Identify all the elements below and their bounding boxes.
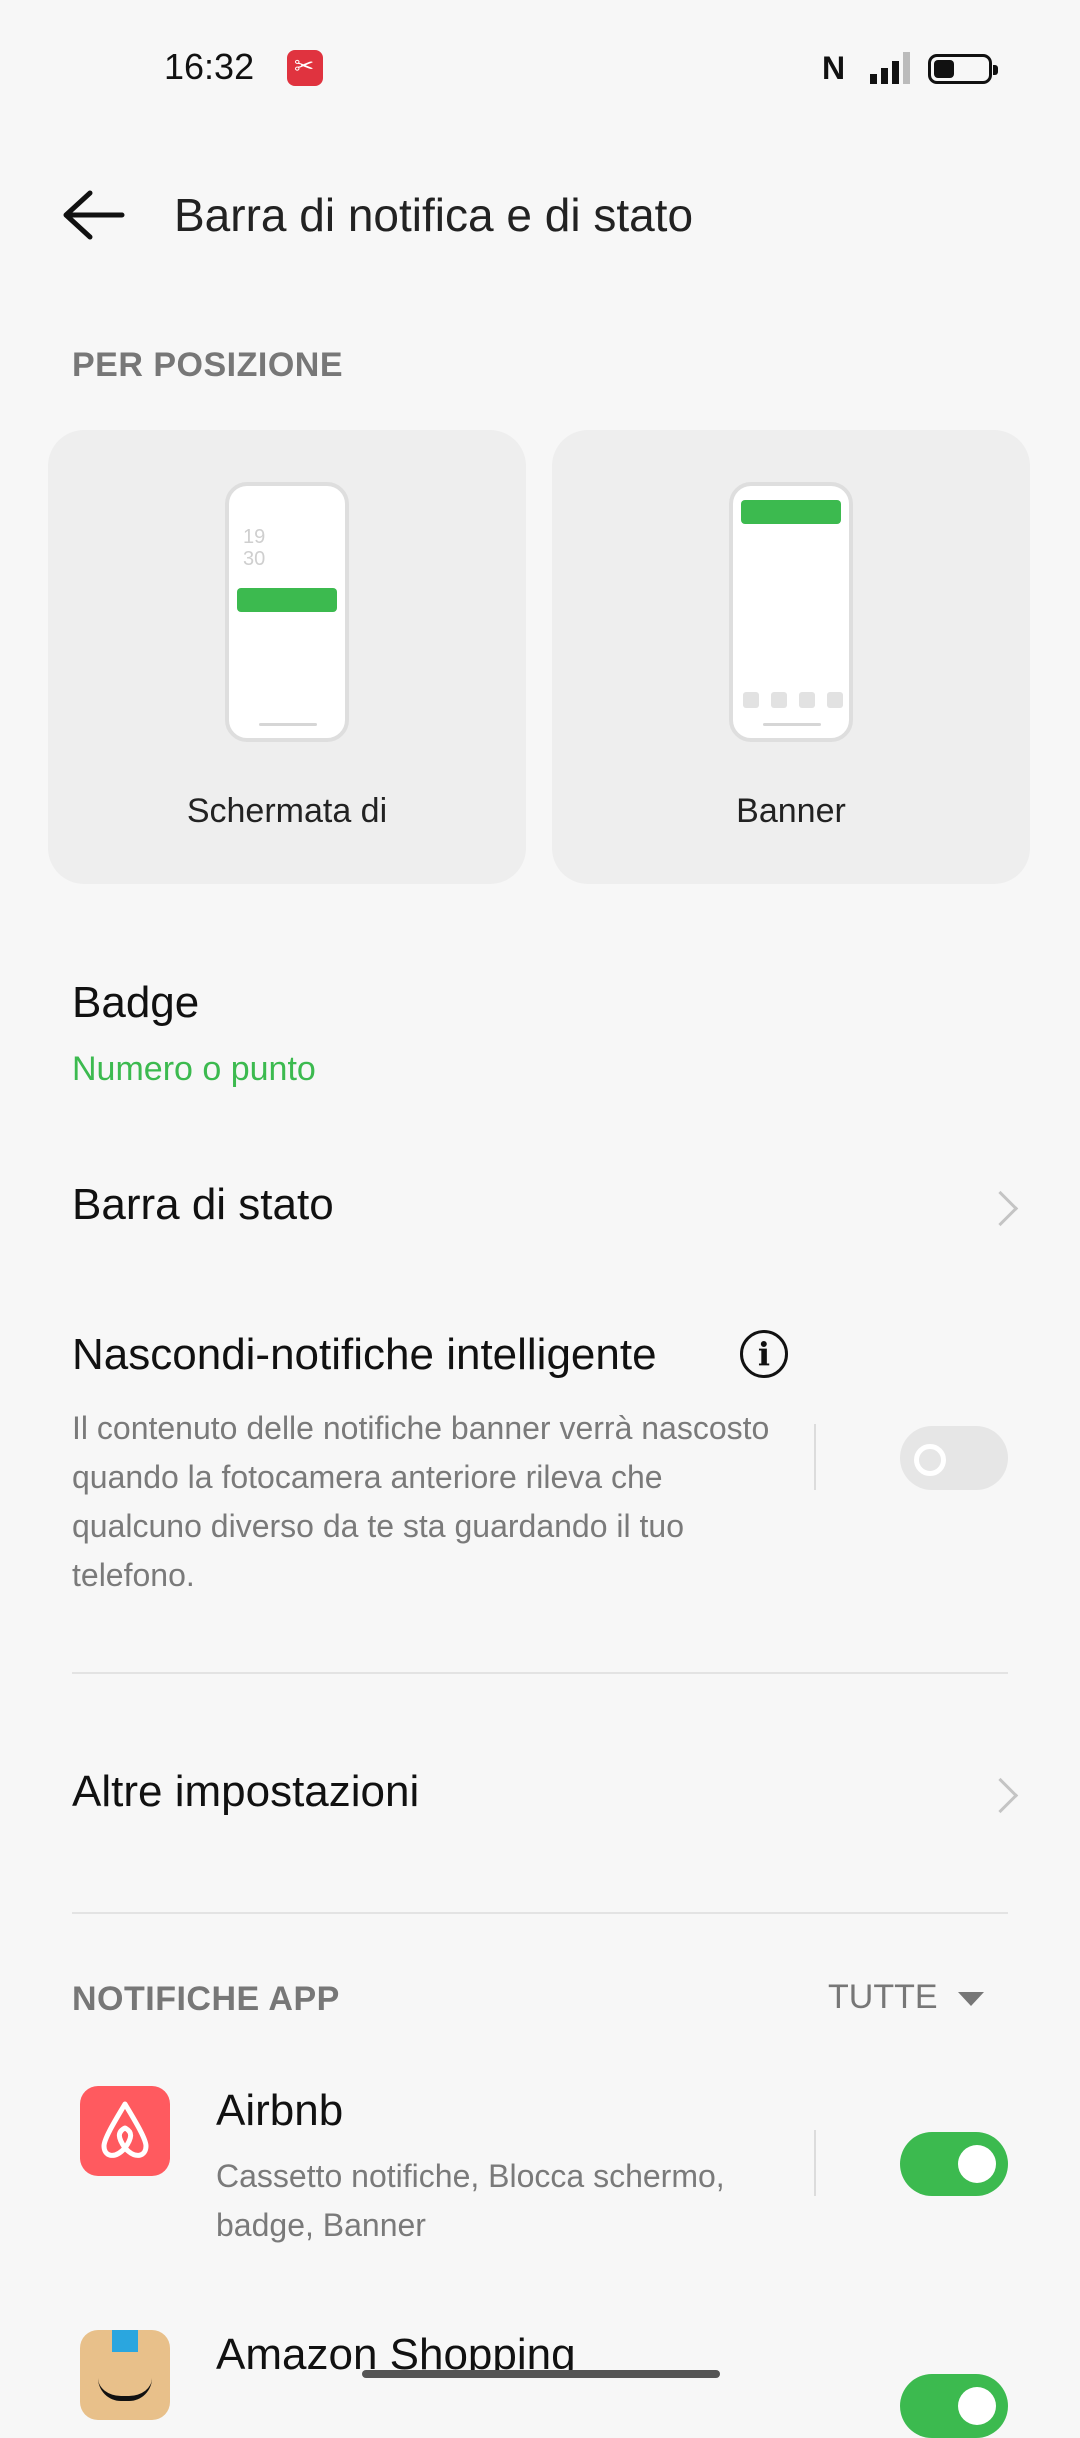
dock-icon — [827, 692, 843, 708]
app-name-airbnb: Airbnb — [216, 2086, 344, 2135]
section-label-app-notifications: NOTIFICHE APP — [72, 1980, 340, 2018]
section-label-position: PER POSIZIONE — [72, 346, 343, 384]
back-arrow-icon[interactable] — [56, 180, 136, 250]
home-line — [259, 723, 317, 726]
battery-icon — [928, 54, 998, 84]
filter-value: TUTTE — [828, 1978, 938, 2016]
dock-icon — [771, 692, 787, 708]
home-indicator[interactable] — [362, 2370, 720, 2378]
status-time: 16:32 — [164, 46, 255, 87]
airbnb-toggle[interactable] — [900, 2132, 1008, 2196]
badge-title: Badge — [72, 978, 200, 1027]
page-title: Barra di notifica e di stato — [174, 189, 694, 241]
filter-dropdown[interactable]: TUTTE — [828, 1978, 1008, 2024]
badge-value: Numero o punto — [72, 1050, 316, 1088]
smart-hide-title: Nascondi-notifiche intelligente — [72, 1330, 657, 1379]
preview-time: 19 30 — [243, 526, 266, 570]
lock-screen-preview: 19 30 — [225, 482, 349, 742]
card-label-lock: Schermata di — [186, 792, 388, 830]
divider — [72, 1672, 1008, 1674]
nfc-icon: N — [822, 50, 846, 86]
card-label-banner: Banner — [736, 792, 846, 830]
dropdown-arrow-icon — [958, 1992, 984, 2006]
home-line — [763, 723, 821, 726]
amazon-shopping-icon — [80, 2330, 170, 2420]
screen-recorder-icon — [287, 50, 323, 86]
divider-vertical — [814, 2130, 816, 2196]
smart-hide-toggle[interactable] — [900, 1426, 1008, 1490]
status-bar-row[interactable]: Barra di stato — [48, 1170, 1032, 1250]
airbnb-logo-icon — [101, 2101, 149, 2158]
dock-icon — [743, 692, 759, 708]
other-settings-row[interactable]: Altre impostazioni — [48, 1755, 1032, 1835]
info-icon[interactable]: i — [740, 1330, 788, 1378]
dock-icon — [799, 692, 815, 708]
divider-vertical — [814, 1424, 816, 1490]
banner-card[interactable]: Banner — [552, 430, 1030, 884]
amazon-toggle[interactable] — [900, 2374, 1008, 2438]
chevron-right-icon — [982, 1777, 1019, 1814]
badge-row[interactable]: Badge Numero o punto — [48, 960, 1032, 1100]
signal-icon — [870, 52, 910, 84]
banner-bar-preview — [741, 500, 841, 524]
banner-preview — [729, 482, 853, 742]
status-bar-title: Barra di stato — [72, 1180, 334, 1229]
notification-bar-preview — [237, 588, 337, 612]
lock-screen-card[interactable]: 19 30 Schermata di — [48, 430, 526, 884]
airbnb-icon — [80, 2086, 170, 2176]
app-detail-airbnb: Cassetto notifiche, Blocca schermo, badg… — [216, 2158, 725, 2243]
other-settings-title: Altre impostazioni — [72, 1767, 420, 1816]
chevron-right-icon — [982, 1190, 1019, 1227]
smart-hide-description: Il contenuto delle notifiche banner verr… — [72, 1410, 770, 1593]
divider — [72, 1912, 1008, 1914]
